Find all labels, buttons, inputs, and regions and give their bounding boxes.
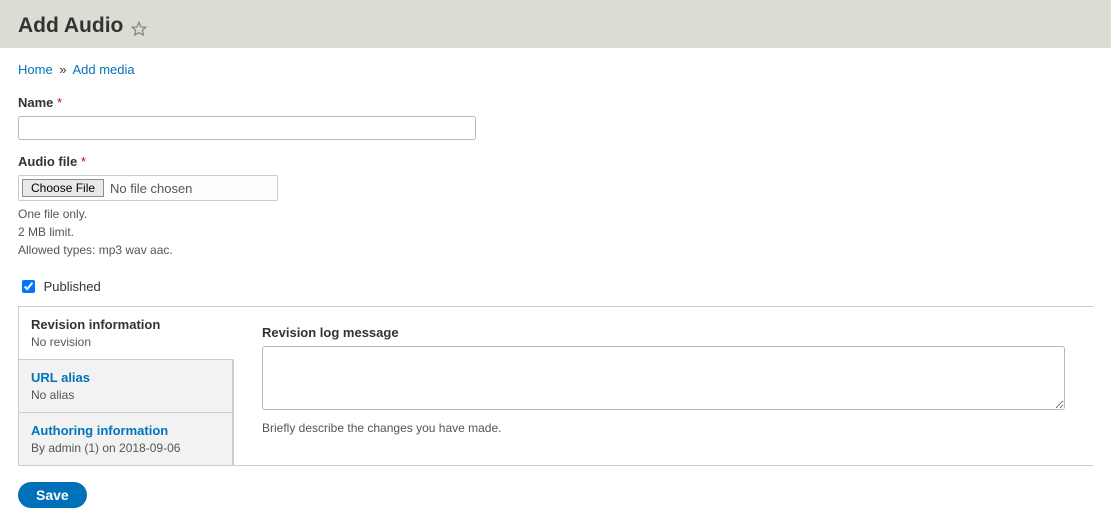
save-button[interactable]: Save	[18, 482, 87, 508]
tab-summary: No alias	[31, 388, 220, 402]
published-wrapper: Published	[18, 277, 1093, 296]
published-checkbox[interactable]	[22, 280, 35, 293]
breadcrumb-home[interactable]: Home	[18, 62, 53, 77]
name-label: Name *	[18, 95, 1093, 110]
name-field-wrapper: Name *	[18, 95, 1093, 140]
file-input-wrap[interactable]: Choose File No file chosen	[18, 175, 278, 201]
desc-line: 2 MB limit.	[18, 223, 1093, 241]
tab-summary: No revision	[31, 335, 221, 349]
tab-url-alias[interactable]: URL alias No alias	[18, 360, 233, 413]
title-bar: Add Audio	[0, 0, 1111, 48]
required-marker: *	[81, 154, 86, 169]
page-title: Add Audio	[18, 14, 123, 38]
vertical-tabs-list: Revision information No revision URL ali…	[18, 307, 234, 466]
audio-label: Audio file *	[18, 154, 1093, 169]
published-label: Published	[44, 279, 101, 294]
star-icon[interactable]	[131, 21, 147, 37]
file-status-text: No file chosen	[110, 181, 192, 196]
desc-line: Allowed types: mp3 wav aac.	[18, 241, 1093, 259]
audio-field-wrapper: Audio file * Choose File No file chosen …	[18, 154, 1093, 259]
form-actions: Save	[18, 482, 1093, 508]
breadcrumb: Home » Add media	[18, 62, 1093, 77]
required-marker: *	[57, 95, 62, 110]
revision-log-textarea[interactable]	[262, 346, 1065, 410]
breadcrumb-add-media[interactable]: Add media	[72, 62, 134, 77]
tab-title: Authoring information	[31, 423, 220, 438]
tab-summary: By admin (1) on 2018-09-06	[31, 441, 220, 455]
tab-revision-information[interactable]: Revision information No revision	[18, 307, 234, 360]
file-description: One file only. 2 MB limit. Allowed types…	[18, 205, 1093, 259]
choose-file-button[interactable]: Choose File	[22, 179, 104, 197]
content-region: Home » Add media Name * Audio file * Cho…	[0, 48, 1111, 528]
tab-title: Revision information	[31, 317, 221, 332]
tab-pane-revision: Revision log message Briefly describe th…	[234, 307, 1093, 466]
name-input[interactable]	[18, 116, 476, 140]
revision-log-help: Briefly describe the changes you have ma…	[262, 419, 1065, 437]
revision-log-label: Revision log message	[262, 325, 1065, 340]
breadcrumb-separator: »	[59, 62, 66, 77]
tab-title: URL alias	[31, 370, 220, 385]
vertical-tabs: Revision information No revision URL ali…	[18, 306, 1093, 466]
desc-line: One file only.	[18, 205, 1093, 223]
tab-authoring-information[interactable]: Authoring information By admin (1) on 20…	[18, 413, 233, 466]
